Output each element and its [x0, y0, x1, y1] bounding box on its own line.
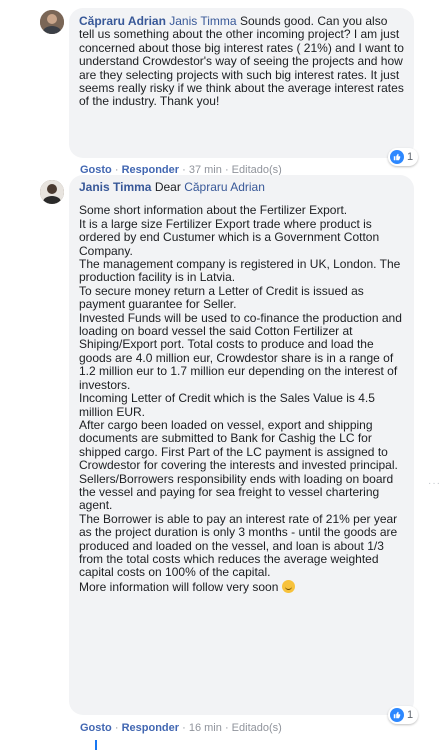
comment-paragraph: Invested Funds will be used to co-financ… — [79, 310, 402, 392]
comment-bubble: Janis Timma Dear Căpraru Adrian Some sho… — [69, 175, 414, 715]
closing-line: More information will follow very soon — [79, 579, 279, 594]
avatar-image — [40, 10, 64, 34]
comment-paragraph: Sellers/Borrowers responsibility ends wi… — [79, 471, 394, 513]
text-cursor — [95, 740, 97, 750]
comment-paragraph: The management company is registered in … — [79, 257, 401, 285]
comment-actions: Gosto · Responder · 16 min · Editado(s) — [80, 722, 282, 734]
comment-paragraph: Incoming Letter of Credit which is the S… — [79, 391, 375, 419]
avatar-image — [40, 180, 64, 204]
avatar[interactable] — [40, 180, 64, 204]
comment-body: Sounds good. Can you also tell us someth… — [79, 14, 404, 109]
comment-text: Căpraru Adrian Janis Timma Sounds good. … — [69, 8, 414, 109]
avatar[interactable] — [40, 10, 64, 34]
separator: · — [114, 722, 119, 734]
separator: · — [182, 722, 186, 734]
greeting: Dear — [154, 180, 181, 194]
comment-paragraph: It is a large size Fertilizer Export tra… — [79, 216, 380, 258]
more-options-icon[interactable]: ··· — [428, 478, 440, 489]
timestamp[interactable]: 16 min — [189, 722, 222, 734]
smile-emoji-icon — [281, 579, 295, 593]
reaction-count[interactable]: 1 — [388, 706, 419, 724]
comment-body: Some short information about the Fertili… — [79, 203, 404, 580]
comment-header: Janis Timma Dear Căpraru Adrian — [79, 180, 404, 194]
comment-paragraph: Some short information about the Fertili… — [79, 203, 348, 218]
comment-mention[interactable]: Janis Timma — [169, 14, 236, 28]
comment-author[interactable]: Janis Timma — [79, 180, 151, 194]
comment-mention[interactable]: Căpraru Adrian — [184, 180, 265, 194]
like-button[interactable]: Gosto — [80, 722, 112, 734]
reaction-number: 1 — [407, 151, 414, 163]
edited-label[interactable]: Editado(s) — [232, 722, 282, 734]
like-icon — [390, 150, 404, 164]
separator: · — [224, 722, 229, 734]
comment-author[interactable]: Căpraru Adrian — [79, 14, 166, 28]
like-icon — [390, 708, 404, 722]
reaction-count[interactable]: 1 — [388, 148, 419, 166]
comment-paragraph: More information will follow very soon — [79, 579, 404, 594]
comment-bubble: Căpraru Adrian Janis Timma Sounds good. … — [69, 8, 414, 158]
comment-paragraph: After cargo been loaded on vessel, expor… — [79, 417, 398, 473]
comment-paragraph: The Borrower is able to pay an interest … — [79, 511, 398, 580]
reply-button[interactable]: Responder — [122, 722, 179, 734]
comment-paragraph: To secure money return a Letter of Credi… — [79, 283, 364, 312]
reaction-number: 1 — [407, 709, 414, 721]
